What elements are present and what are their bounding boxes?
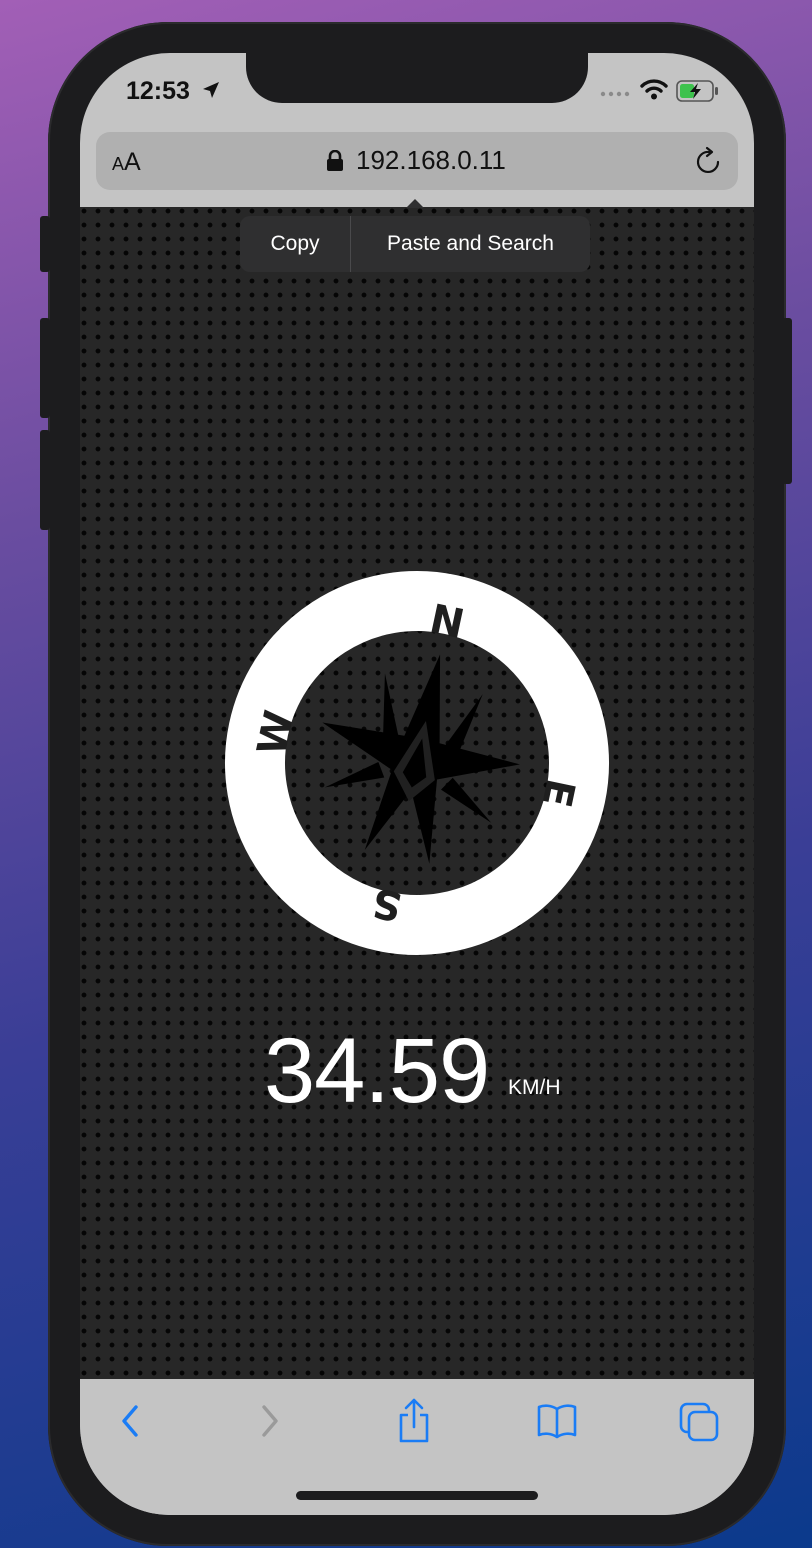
tabs-icon[interactable] xyxy=(678,1401,720,1443)
speed-unit: KM/H xyxy=(508,1076,561,1099)
signal-dots-icon xyxy=(600,91,630,97)
back-icon[interactable] xyxy=(116,1401,144,1441)
text-size-large-label: A xyxy=(124,148,141,176)
text-size-button[interactable]: AA xyxy=(112,148,141,177)
text-size-small-label: A xyxy=(112,154,125,174)
home-indicator xyxy=(296,1491,538,1500)
compass-star-icon xyxy=(322,654,520,864)
status-time: 12:53 xyxy=(126,77,190,105)
wifi-icon xyxy=(640,79,668,100)
share-icon[interactable] xyxy=(396,1397,432,1445)
silent-switch xyxy=(40,216,50,272)
address-bar[interactable]: AA 192.168.0.11 xyxy=(96,132,738,190)
compass-widget: N E S W xyxy=(225,571,609,955)
forward-icon[interactable] xyxy=(256,1401,284,1441)
compass-dial: N E S W xyxy=(225,571,609,955)
bookmarks-icon[interactable] xyxy=(536,1401,578,1441)
phone-screen: 12:53 AA 192.168.0.11 Copy Paste and Sea… xyxy=(80,53,754,1515)
power-button xyxy=(782,318,792,484)
context-menu: Copy Paste and Search xyxy=(240,216,590,272)
volume-down-button xyxy=(40,430,50,530)
volume-up-button xyxy=(40,318,50,418)
url-text[interactable]: 192.168.0.11 xyxy=(356,145,506,176)
copy-menu-item[interactable]: Copy xyxy=(240,216,350,272)
speed-value: 34.59 xyxy=(264,1020,490,1122)
notch xyxy=(246,53,588,103)
location-arrow-icon xyxy=(203,82,219,98)
battery-charging-icon xyxy=(676,80,718,102)
lock-icon xyxy=(327,150,343,171)
compass-west-label: W xyxy=(249,707,303,760)
paste-and-search-menu-item[interactable]: Paste and Search xyxy=(351,216,590,272)
context-menu-caret xyxy=(406,199,424,208)
reload-icon[interactable] xyxy=(694,146,724,176)
